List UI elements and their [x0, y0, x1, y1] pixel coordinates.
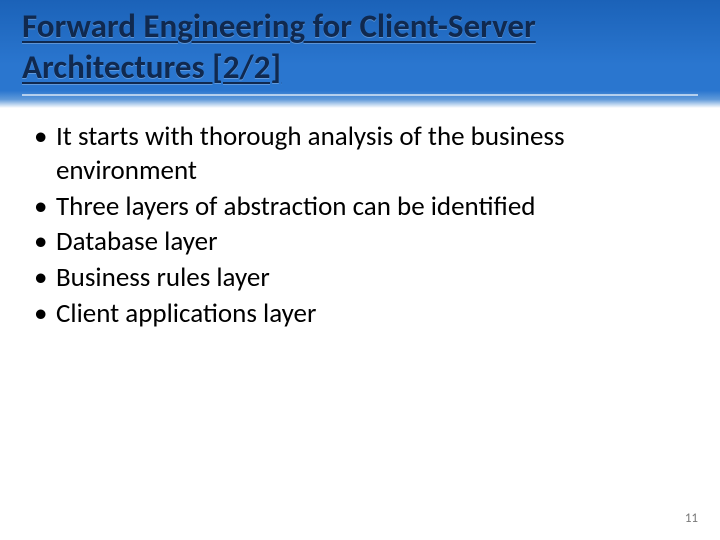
slide-title: Forward Engineering for Client-Server Ar… [22, 6, 698, 89]
list-item: Three layers of abstraction can be ident… [28, 190, 680, 224]
list-item: Database layer [28, 225, 680, 259]
list-item: Business rules layer [28, 261, 680, 295]
header-underline [22, 94, 698, 96]
bullet-list: It starts with thorough analysis of the … [28, 120, 680, 331]
slide-body: It starts with thorough analysis of the … [28, 120, 680, 333]
slide-header: Forward Engineering for Client-Server Ar… [0, 0, 720, 108]
page-number: 11 [685, 511, 698, 526]
list-item: It starts with thorough analysis of the … [28, 120, 680, 188]
list-item: Client applications layer [28, 297, 680, 331]
